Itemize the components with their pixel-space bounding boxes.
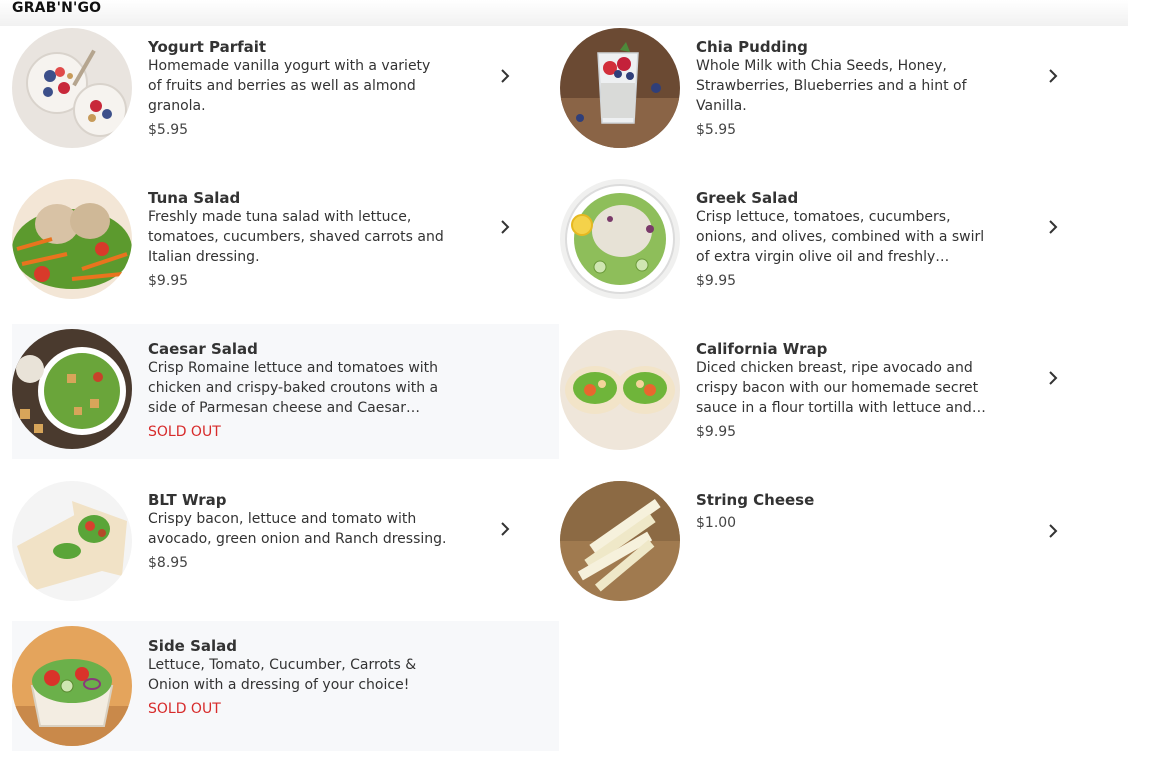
item-description: Crisp Romaine lettuce and tomatoes with … xyxy=(148,360,439,416)
chia-pudding-image xyxy=(560,28,680,148)
section-title: GRAB'N'GO xyxy=(12,0,102,16)
item-description: Whole Milk with Chia Seeds, Honey, Straw… xyxy=(696,58,967,114)
item-name: California Wrap xyxy=(696,340,828,358)
item-name: BLT Wrap xyxy=(148,491,227,509)
item-description: Crisp lettuce, tomatoes, cucumbers, onio… xyxy=(696,209,985,265)
menu-item-blt-wrap[interactable]: BLT Wrap Crispy bacon, lettuce and tomat… xyxy=(12,479,559,614)
chevron-right-icon[interactable] xyxy=(1045,523,1061,539)
caesar-salad-image xyxy=(12,329,132,449)
blt-wrap-image xyxy=(12,481,132,601)
menu-item-chia-pudding[interactable]: Chia Pudding Whole Milk with Chia Seeds,… xyxy=(560,26,1107,161)
item-price: $8.95 xyxy=(148,555,189,571)
menu-item-string-cheese[interactable]: String Cheese $1.00 xyxy=(560,479,1107,614)
item-description: Homemade vanilla yogurt with a variety o… xyxy=(148,58,431,114)
sold-out-label: SOLD OUT xyxy=(148,424,221,440)
menu-item-side-salad[interactable]: Side Salad Lettuce, Tomato, Cucumber, Ca… xyxy=(12,621,559,751)
item-price: $5.95 xyxy=(696,122,737,138)
menu-item-tuna-salad[interactable]: Tuna Salad Freshly made tuna salad with … xyxy=(12,177,559,312)
item-name: Tuna Salad xyxy=(148,189,241,207)
item-name: Yogurt Parfait xyxy=(148,38,267,56)
item-name: Side Salad xyxy=(148,637,238,655)
california-wrap-image xyxy=(560,330,680,450)
side-salad-image xyxy=(12,626,132,746)
chevron-right-icon[interactable] xyxy=(497,68,513,84)
item-description: Diced chicken breast, ripe avocado and c… xyxy=(696,360,979,416)
menu-item-caesar-salad[interactable]: Caesar Salad Crisp Romaine lettuce and t… xyxy=(12,324,559,459)
item-price: $9.95 xyxy=(696,273,737,289)
chevron-right-icon[interactable] xyxy=(1045,219,1061,235)
menu-item-yogurt-parfait[interactable]: Yogurt Parfait Homemade vanilla yogurt w… xyxy=(12,26,559,161)
item-name: Chia Pudding xyxy=(696,38,808,56)
string-cheese-image xyxy=(560,481,680,601)
tuna-salad-image xyxy=(12,179,132,299)
sold-out-label: SOLD OUT xyxy=(148,701,221,717)
item-price: $9.95 xyxy=(148,273,189,289)
chevron-right-icon[interactable] xyxy=(497,521,513,537)
item-name: Caesar Salad xyxy=(148,340,258,358)
item-name: Greek Salad xyxy=(696,189,799,207)
item-price: $1.00 xyxy=(696,515,737,531)
section-header-bar xyxy=(0,0,1128,26)
chevron-right-icon[interactable] xyxy=(1045,68,1061,84)
item-description: Freshly made tuna salad with lettuce, to… xyxy=(148,209,444,265)
item-name: String Cheese xyxy=(696,491,815,509)
menu-item-california-wrap[interactable]: California Wrap Diced chicken breast, ri… xyxy=(560,328,1107,463)
item-description: Lettuce, Tomato, Cucumber, Carrots & Oni… xyxy=(148,657,417,693)
menu-item-greek-salad[interactable]: Greek Salad Crisp lettuce, tomatoes, cuc… xyxy=(560,177,1107,312)
chevron-right-icon[interactable] xyxy=(1045,370,1061,386)
item-price: $5.95 xyxy=(148,122,189,138)
item-description: Crispy bacon, lettuce and tomato with av… xyxy=(148,511,447,547)
item-price: $9.95 xyxy=(696,424,737,440)
yogurt-parfait-image xyxy=(12,28,132,148)
chevron-right-icon[interactable] xyxy=(497,219,513,235)
greek-salad-image xyxy=(560,179,680,299)
